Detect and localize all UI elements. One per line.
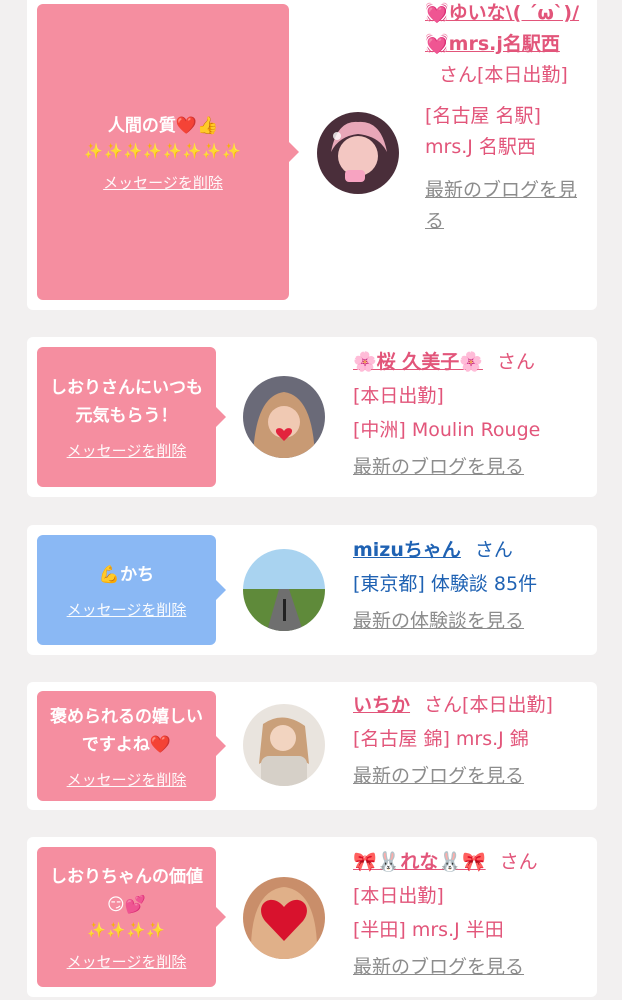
status-label: [本日出勤] <box>477 64 568 86</box>
delete-message-link[interactable]: メッセージを削除 <box>67 440 187 461</box>
user-name-link[interactable]: いちか <box>353 694 410 716</box>
message-text: 褒められるの嬉しいですよね❤️ <box>50 706 203 755</box>
honorific: さん <box>424 694 463 716</box>
user-name-link[interactable]: 💓ゆいな\( ´ω`)/💓mrs.j名駅西 <box>425 2 579 55</box>
message-text: しおりちゃんの価値😏💕 <box>50 866 203 915</box>
message-bubble: 💪かち メッセージを削除 <box>37 535 226 645</box>
area-shop: [半田] mrs.J 半田 <box>353 919 504 941</box>
avatar[interactable] <box>243 704 325 786</box>
avatar-photo-icon <box>243 704 325 786</box>
message-text: 人間の質❤️👍 <box>107 115 219 136</box>
user-info: 💓ゆいな\( ´ω`)/💓mrs.j名駅西さん[本日出勤] [名古屋 名駅] m… <box>425 0 585 237</box>
honorific: さん <box>496 351 535 373</box>
user-info: 🎀🐰れな🐰🎀 さん [本日出勤] [半田] mrs.J 半田 最新のブログを見る <box>353 847 593 983</box>
latest-blog-link[interactable]: 最新のブログを見る <box>353 952 524 983</box>
status-label: [本日出勤] <box>353 385 444 407</box>
honorific: さん <box>474 539 513 561</box>
honorific: さん <box>499 851 538 873</box>
delete-message-link[interactable]: メッセージを削除 <box>67 599 187 620</box>
user-name-link[interactable]: 🌸桜 久美子🌸 <box>353 351 483 373</box>
avatar-photo-icon <box>243 877 325 959</box>
latest-blog-link[interactable]: 最新のブログを見る <box>353 761 524 792</box>
area-shop: [名古屋 名駅] mrs.J 名駅西 <box>425 105 541 158</box>
message-card: 人間の質❤️👍 ✨✨✨✨✨✨✨✨ メッセージを削除 💓ゆいな\( ´ω`)/💓m… <box>27 0 597 310</box>
user-name-link[interactable]: mizuちゃん <box>353 539 461 561</box>
sparkle-emoji: ✨✨✨✨ <box>87 920 166 939</box>
status-label: [本日出勤] <box>462 694 553 716</box>
message-bubble: 褒められるの嬉しいですよね❤️ メッセージを削除 <box>37 691 226 801</box>
area-shop: [東京都] 体験談 85件 <box>353 573 538 595</box>
delete-message-link[interactable]: メッセージを削除 <box>67 951 187 972</box>
latest-blog-link[interactable]: 最新のブログを見る <box>353 452 524 483</box>
avatar[interactable] <box>243 877 325 959</box>
message-text: 💪かち <box>98 564 155 585</box>
avatar[interactable] <box>243 376 325 458</box>
avatar-photo-icon <box>317 112 399 194</box>
avatar-photo-icon <box>243 549 325 631</box>
area-shop: [名古屋 錦] mrs.J 錦 <box>353 728 529 750</box>
avatar[interactable] <box>243 549 325 631</box>
user-name-link[interactable]: 🎀🐰れな🐰🎀 <box>353 851 486 873</box>
user-info: mizuちゃん さん [東京都] 体験談 85件 最新の体験談を見る <box>353 535 593 637</box>
message-text: しおりさんにいつも元気もらう！ <box>50 377 203 426</box>
area-shop: [中洲] Moulin Rouge <box>353 419 541 441</box>
avatar-photo-icon <box>243 376 325 458</box>
delete-message-link[interactable]: メッセージを削除 <box>67 769 187 790</box>
status-label: [本日出勤] <box>353 885 444 907</box>
message-bubble: しおりちゃんの価値😏💕 ✨✨✨✨ メッセージを削除 <box>37 847 226 987</box>
avatar[interactable] <box>317 112 399 194</box>
delete-message-link[interactable]: メッセージを削除 <box>103 172 223 193</box>
sparkle-emoji: ✨✨✨✨✨✨✨✨ <box>84 141 242 160</box>
message-card: 💪かち メッセージを削除 mizuちゃん さん [東京都] 体験談 85件 最新の… <box>27 525 597 655</box>
latest-review-link[interactable]: 最新の体験談を見る <box>353 606 524 637</box>
user-info: 🌸桜 久美子🌸 さん [本日出勤] [中洲] Moulin Rouge 最新のブロ… <box>353 347 593 483</box>
message-card: しおりさんにいつも元気もらう！ メッセージを削除 🌸桜 久美子🌸 さん [本日出勤… <box>27 337 597 497</box>
message-bubble: しおりさんにいつも元気もらう！ メッセージを削除 <box>37 347 226 487</box>
user-info: いちか さん[本日出勤] [名古屋 錦] mrs.J 錦 最新のブログを見る <box>353 690 593 792</box>
latest-blog-link[interactable]: 最新のブログを見る <box>425 175 585 237</box>
message-card: 褒められるの嬉しいですよね❤️ メッセージを削除 いちか さん[本日出勤] [名古… <box>27 682 597 810</box>
message-card: しおりちゃんの価値😏💕 ✨✨✨✨ メッセージを削除 🎀🐰れな🐰🎀 さん [本日出勤… <box>27 837 597 997</box>
honorific: さん <box>439 64 478 86</box>
message-bubble: 人間の質❤️👍 ✨✨✨✨✨✨✨✨ メッセージを削除 <box>37 4 299 300</box>
